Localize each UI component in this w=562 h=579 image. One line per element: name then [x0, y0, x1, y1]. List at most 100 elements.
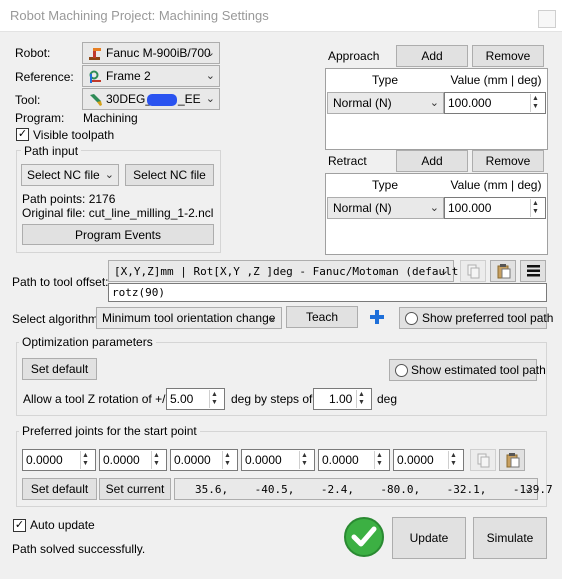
chevron-down-icon: ⌄ — [429, 97, 439, 109]
steps-label: deg by steps of — [231, 392, 313, 406]
hamburger-menu-icon — [527, 265, 540, 277]
rotation-input[interactable]: 5.00 ▲ ▼ — [166, 388, 225, 410]
spin-arrows-icon[interactable]: ▲ ▼ — [374, 451, 388, 469]
retract-col-value: Value (mm | deg) — [450, 178, 542, 192]
deg-unit-label: deg — [377, 392, 398, 406]
nc-file-select[interactable]: Select NC file ⌄ — [21, 164, 119, 186]
joint-3-value: 0.0000 — [174, 453, 211, 467]
offset-format-select[interactable]: [X,Y,Z]mm | Rot[X,Y ,Z ]deg - Fanuc/Moto… — [108, 260, 465, 282]
tool-select[interactable]: 30DEG_ _EE ⌄ — [82, 88, 220, 110]
paste-joints-button[interactable] — [499, 449, 525, 471]
joint-1-value: 0.0000 — [26, 453, 63, 467]
chevron-down-icon: ⌄ — [205, 47, 215, 59]
radio-icon — [405, 312, 418, 325]
step-input[interactable]: 1.00 ▲ ▼ — [313, 388, 372, 410]
rotation-value: 5.00 — [170, 392, 194, 406]
reference-frame-icon — [89, 70, 101, 83]
joint-5-input[interactable]: 0.0000 ▲ ▼ — [318, 449, 390, 471]
show-estimated-label: Show estimated tool path — [411, 363, 546, 377]
copy-icon — [477, 453, 490, 468]
tool-value-prefix: 30DEG_ — [106, 92, 153, 106]
approach-type-value: Normal (N) — [333, 96, 392, 110]
joint-3-input[interactable]: 0.0000 ▲ ▼ — [170, 449, 238, 471]
retract-remove-button[interactable]: Remove — [472, 150, 544, 172]
spin-arrows-icon[interactable]: ▲ ▼ — [356, 390, 370, 408]
visible-toolpath-checkbox[interactable]: ✓ — [16, 128, 29, 141]
simulate-button[interactable]: Simulate — [473, 517, 547, 559]
spin-arrows-icon[interactable]: ▲ ▼ — [151, 451, 165, 469]
chevron-down-icon: ⌄ — [104, 169, 114, 181]
copy-joints-button[interactable] — [470, 449, 496, 471]
joint-6-input[interactable]: 0.0000 ▲ ▼ — [393, 449, 464, 471]
show-preferred-toolpath-toggle[interactable]: Show preferred tool path — [399, 307, 553, 329]
robot-label: Robot: — [15, 46, 51, 60]
joint-6-value: 0.0000 — [397, 453, 434, 467]
success-checkmark-icon — [344, 517, 384, 557]
spin-arrows-icon[interactable]: ▲ ▼ — [530, 199, 544, 217]
robot-arm-icon — [89, 48, 101, 60]
select-nc-file-button[interactable]: Select NC file — [125, 164, 214, 186]
approach-table: Type Value (mm | deg) Normal (N) ⌄ 100.0… — [325, 68, 548, 150]
joint-2-input[interactable]: 0.0000 ▲ ▼ — [99, 449, 167, 471]
reference-label: Reference: — [15, 70, 74, 84]
approach-label: Approach — [328, 49, 380, 63]
approach-value-input[interactable]: 100.000 ▲ ▼ — [444, 92, 546, 114]
add-plus-icon[interactable] — [369, 309, 385, 325]
show-estimated-toolpath-toggle[interactable]: Show estimated tool path — [389, 359, 546, 381]
spin-arrows-icon[interactable]: ▲ ▼ — [530, 94, 544, 112]
spin-arrows-icon[interactable]: ▲ ▼ — [222, 451, 236, 469]
preferred-joints-group-label: Preferred joints for the start point — [19, 424, 200, 438]
copy-offset-button[interactable] — [460, 260, 486, 282]
set-current-button[interactable]: Set current — [99, 478, 171, 500]
chevron-down-icon: ⌄ — [429, 202, 439, 214]
tool-label: Tool: — [15, 93, 41, 107]
copy-icon — [467, 264, 480, 279]
tool-offset-label: Path to tool offset: — [12, 275, 109, 289]
joints-set-default-button[interactable]: Set default — [22, 478, 97, 500]
joint-5-value: 0.0000 — [322, 453, 359, 467]
program-label: Program: — [15, 111, 65, 125]
retract-type-select[interactable]: Normal (N) ⌄ — [327, 197, 444, 219]
spin-arrows-icon[interactable]: ▲ ▼ — [448, 451, 462, 469]
reference-select[interactable]: Frame 2 ⌄ — [82, 65, 220, 87]
paste-icon — [497, 264, 511, 279]
path-input-group-label: Path input — [21, 144, 82, 158]
retract-table: Type Value (mm | deg) Normal (N) ⌄ 100.0… — [325, 173, 548, 255]
program-value: Machining — [83, 111, 138, 125]
paste-offset-button[interactable] — [490, 260, 516, 282]
nc-file-select-value: Select NC file — [27, 168, 100, 182]
offset-expression-text: rotz(90) — [112, 286, 165, 299]
retract-value-input[interactable]: 100.000 ▲ ▼ — [444, 197, 546, 219]
visible-toolpath-label: Visible toolpath — [33, 128, 115, 142]
close-button[interactable] — [538, 10, 556, 28]
joint-1-input[interactable]: 0.0000 ▲ ▼ — [22, 449, 96, 471]
chevron-down-icon: ⌄ — [523, 483, 533, 495]
algorithm-label: Select algorithm: — [12, 312, 102, 326]
program-events-button[interactable]: Program Events — [22, 224, 214, 245]
optimization-set-default-button[interactable]: Set default — [22, 358, 97, 380]
algorithm-select[interactable]: Minimum tool orientation change ⌄ — [96, 307, 282, 329]
teach-button[interactable]: Teach — [286, 306, 358, 328]
auto-update-checkbox[interactable]: ✓ — [13, 519, 26, 532]
retract-add-button[interactable]: Add — [396, 150, 468, 172]
tool-value-suffix: _EE — [178, 92, 201, 106]
approach-value-text: 100.000 — [448, 96, 492, 110]
approach-type-select[interactable]: Normal (N) ⌄ — [327, 92, 444, 114]
optimization-group-label: Optimization parameters — [19, 335, 156, 349]
current-joints-select[interactable]: 35.6, -40.5, -2.4, -80.0, -32.1, -139.7 … — [174, 478, 553, 500]
spin-arrows-icon[interactable]: ▲ ▼ — [209, 390, 223, 408]
approach-remove-button[interactable]: Remove — [472, 45, 544, 67]
robot-select[interactable]: Fanuc M-900iB/700 ⌄ — [82, 42, 220, 64]
menu-button[interactable] — [520, 260, 546, 282]
window-title: Robot Machining Project: Machining Setti… — [10, 8, 269, 23]
joint-4-input[interactable]: 0.0000 ▲ ▼ — [241, 449, 315, 471]
update-button[interactable]: Update — [392, 517, 466, 559]
radio-icon — [395, 364, 408, 377]
original-file-text: Original file: cut_line_milling_1-2.ncl — [22, 206, 214, 220]
spin-arrows-icon[interactable]: ▲ ▼ — [299, 451, 313, 469]
retract-value-text: 100.000 — [448, 201, 492, 215]
offset-expression-input[interactable]: rotz(90) — [108, 283, 547, 302]
approach-add-button[interactable]: Add — [396, 45, 468, 67]
retract-type-value: Normal (N) — [333, 201, 392, 215]
spin-arrows-icon[interactable]: ▲ ▼ — [80, 451, 94, 469]
